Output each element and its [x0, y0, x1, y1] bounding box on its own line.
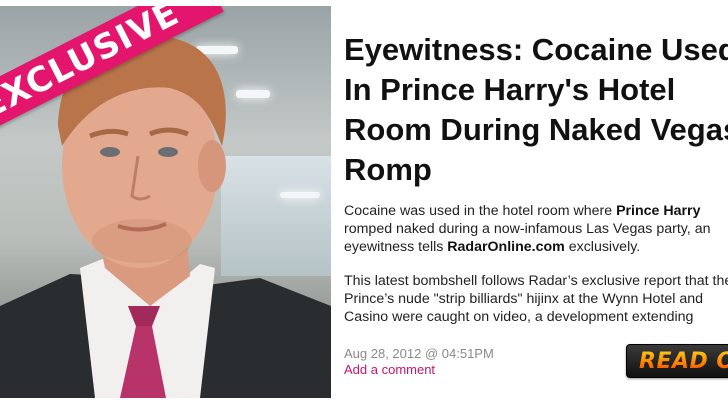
summary-text: exclusively. — [564, 239, 641, 255]
summary-text: eyewitness tells — [344, 239, 448, 255]
article-photo[interactable]: EXCLUSIVE — [0, 6, 331, 398]
article-headline[interactable]: Eyewitness: Cocaine Used In Prince Harry… — [344, 30, 728, 190]
headline-line: Romp — [344, 152, 432, 187]
headline-line: Room During Naked Vegas — [344, 112, 728, 147]
article-date: Aug 28, 2012 @ 04:51PM — [344, 346, 494, 361]
read-on-button[interactable]: READ ON — [626, 344, 728, 378]
summary-bold-site: RadarOnline.com — [447, 239, 565, 255]
article-body-paragraph: This latest bombshell follows Radar’s ex… — [344, 272, 728, 326]
read-on-label: READ ON — [639, 349, 728, 374]
article-teaser: EXCLUSIVE Eyewitness: Cocaine Used In Pr… — [0, 0, 728, 405]
article-summary-paragraph: Cocaine was used in the hotel room where… — [344, 202, 728, 256]
headline-line: In Prince Harry's Hotel — [344, 72, 676, 107]
headline-line: Eyewitness: Cocaine Used — [344, 32, 728, 67]
body-text: This latest bombshell follows Radar’s ex… — [344, 273, 728, 289]
summary-text: Cocaine was used in the hotel room where — [344, 203, 617, 219]
summary-bold-name: Prince Harry — [616, 203, 701, 219]
add-comment-link[interactable]: Add a comment — [344, 362, 435, 377]
summary-text: romped naked during a now-infamous Las V… — [344, 221, 711, 237]
body-text: Casino were caught on video, a developme… — [344, 309, 694, 325]
body-text: Prince’s nude "strip billiards" hijinx a… — [344, 291, 704, 307]
